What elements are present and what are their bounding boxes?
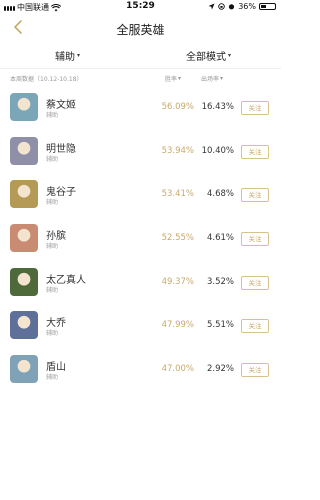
role-filter-dropdown[interactable]: 辅助 ▾ [55,48,80,63]
hero-row[interactable]: 蔡文姬 辅助 56.09% 16.43% 关注 [0,86,281,130]
follow-button[interactable]: 关注 [241,363,269,378]
battery-percent: 36% [238,2,256,11]
hero-role: 辅助 [46,286,59,294]
hero-avatar [10,311,38,340]
hero-win-rate: 53.94% [161,145,194,156]
list-subheader: 本周数据（10.12-10.18） 胜率 ▾ 出场率 ▾ [0,71,281,85]
hero-name: 鬼谷子 [46,187,76,199]
hero-win-rate: 47.99% [161,320,194,331]
hero-name: 太乙真人 [46,274,86,286]
chevron-down-icon: ▾ [228,52,232,59]
follow-button[interactable]: 关注 [241,188,269,203]
mode-filter-label: 全部模式 [186,52,226,63]
hero-row[interactable]: 明世隐 辅助 53.94% 10.40% 关注 [0,130,281,174]
hero-name: 盾山 [46,362,66,374]
hero-list: 蔡文姬 辅助 56.09% 16.43% 关注 明世隐 辅助 53.94% 10… [0,86,281,392]
hero-role: 辅助 [46,112,59,119]
page-title: 全服英雄 [116,23,165,37]
follow-button[interactable]: 关注 [241,101,269,115]
hero-pick-rate: 10.40% [201,145,234,156]
hero-role: 辅助 [46,330,59,338]
hero-name: 明世隐 [46,143,76,155]
hero-pick-rate: 16.43% [201,102,234,112]
hero-role: 辅助 [46,155,59,163]
hero-avatar [10,93,38,121]
hero-role: 辅助 [46,374,59,382]
hero-avatar [10,136,38,165]
status-right-group: 36% [208,2,276,11]
hero-avatar [10,355,38,384]
hero-win-rate: 52.55% [161,233,194,244]
chevron-down-icon: ▾ [77,52,81,59]
hero-name: 孙膑 [46,231,66,243]
alarm-icon [229,4,235,10]
role-filter-label: 辅助 [55,52,75,63]
pick-rate-header: 出场率 [201,76,220,83]
hero-pick-rate: 5.51% [206,320,234,331]
hero-win-rate: 47.00% [161,364,194,375]
follow-button[interactable]: 关注 [241,144,269,159]
hero-avatar [10,267,38,296]
hero-name: 蔡文姬 [46,100,76,111]
hero-row[interactable]: 大乔 辅助 47.99% 5.51% 关注 [0,304,281,348]
mode-filter-dropdown[interactable]: 全部模式 ▾ [186,48,231,63]
hero-avatar [10,224,38,253]
hero-row[interactable]: 太乙真人 辅助 49.37% 3.52% 关注 [0,261,281,305]
nav-bar: 全服英雄 [0,14,281,42]
hero-win-rate: 56.09% [161,102,194,112]
hero-win-rate: 53.41% [161,189,194,200]
sort-win-rate[interactable]: 胜率 ▾ [165,74,181,83]
location-icon [208,3,215,10]
hero-name: 大乔 [46,318,66,330]
data-period: 本周数据（10.12-10.18） [10,76,83,83]
hero-win-rate: 49.37% [161,276,194,287]
status-bar: 中国联通 15:29 36% [0,0,281,14]
hero-role: 辅助 [46,243,59,251]
sort-arrow-icon: ▾ [220,75,224,82]
follow-button[interactable]: 关注 [241,275,269,290]
hero-row[interactable]: 盾山 辅助 47.00% 2.92% 关注 [0,348,281,392]
hero-avatar [10,180,38,209]
lock-rotation-icon [218,3,225,10]
follow-button[interactable]: 关注 [241,232,269,247]
hero-row[interactable]: 鬼谷子 辅助 53.41% 4.68% 关注 [0,173,281,217]
sort-pick-rate[interactable]: 出场率 ▾ [201,74,223,83]
hero-role: 辅助 [46,199,59,207]
filter-row: 辅助 ▾ 全部模式 ▾ [0,44,281,69]
hero-pick-rate: 4.61% [206,233,234,244]
hero-pick-rate: 4.68% [206,189,234,200]
hero-pick-rate: 3.52% [206,276,234,287]
hero-pick-rate: 2.92% [206,364,234,375]
sort-arrow-icon: ▾ [178,75,182,82]
hero-row[interactable]: 孙膑 辅助 52.55% 4.61% 关注 [0,217,281,261]
win-rate-header: 胜率 [165,76,178,83]
battery-icon [259,3,276,10]
follow-button[interactable]: 关注 [241,319,269,334]
